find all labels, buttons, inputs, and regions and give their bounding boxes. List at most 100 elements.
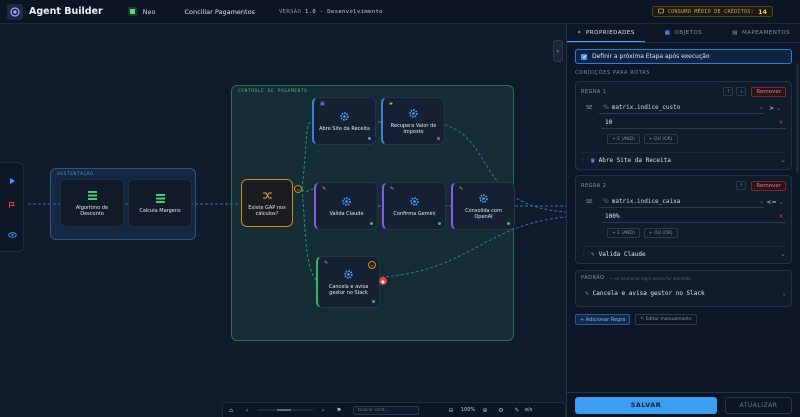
node-recupera-imposto[interactable]: ▰ Recupera Valor de Imposto — [381, 97, 445, 145]
zoom-out-icon[interactable]: ⊖ — [443, 405, 459, 416]
field-value: matrix.indice_custo — [611, 104, 681, 111]
tab-label: PROPRIEDADES — [585, 29, 635, 36]
bot-icon: ▣ — [320, 101, 325, 107]
node-decision-gap[interactable]: Existe GAP nos cálculos? — [241, 179, 293, 227]
field-select[interactable]: % matrix.indice_custo ⌄ — [599, 102, 764, 114]
default-route-card: PADRÃO — se nenhuma regra acima for aten… — [575, 270, 792, 307]
tab-label: OBJETOS — [674, 30, 703, 36]
gear-icon — [342, 268, 355, 281]
next-step-checkbox[interactable]: Definir a próxima Etapa após execução — [575, 49, 792, 64]
credits-label: CONSUMO MÉDIO DE CRÉDITOS: — [667, 8, 754, 15]
operator-select[interactable]: > ⌄ — [764, 102, 786, 114]
drag-handle-icon[interactable]: ⋮⋮ — [581, 251, 591, 257]
default-target-label: Cancela e avisa gestor no Slack — [592, 289, 705, 297]
move-up-icon[interactable]: ↑ — [736, 181, 747, 190]
node-valida-claude[interactable]: ✎ Valida Claude — [314, 182, 378, 230]
zoom-in-icon[interactable]: ⊕ — [477, 405, 493, 416]
node-abre-site-receita[interactable]: ▣ Abre Site da Receita — [312, 97, 376, 145]
operator-select[interactable]: <= ⌄ — [764, 196, 786, 208]
export-label[interactable]: e/s — [525, 407, 532, 413]
field-select[interactable]: % matrix.indice_caixa ⌄ — [599, 196, 764, 208]
tab-mapeamentos[interactable]: ▤ MAPEAMENTOS — [722, 24, 800, 42]
shuffle-icon — [261, 189, 274, 202]
fit-icon[interactable]: ⚙ — [493, 405, 509, 416]
drag-handle-icon[interactable]: ⋮⋮ — [581, 157, 591, 163]
save-button[interactable]: SALVAR — [575, 396, 717, 414]
group-label: CONTROLE DE PAGAMENTO — [238, 89, 308, 94]
scroll-slider[interactable] — [255, 405, 315, 416]
move-up-icon[interactable]: ↑ — [723, 87, 734, 96]
value-input[interactable]: 100% — [601, 213, 776, 220]
default-target-select[interactable]: ✎ Cancela e avisa gestor no Slack ⌄ — [581, 284, 786, 302]
add-and-button[interactable]: + E (AND) — [607, 228, 640, 238]
flow-name[interactable]: Conciliar Pagamentos — [185, 8, 255, 16]
status-dot — [372, 300, 375, 303]
variable-icon: % — [603, 104, 609, 111]
user-menu[interactable]: Neo — [127, 7, 156, 16]
card-search-input[interactable] — [353, 405, 419, 415]
next-icon[interactable]: › — [315, 405, 331, 416]
add-and-button[interactable]: + E (AND) — [607, 134, 640, 144]
clear-condition-icon[interactable]: × — [776, 213, 786, 220]
list-icon — [154, 192, 167, 205]
chevron-down-icon: ⌄ — [778, 198, 784, 206]
route-handle-icon[interactable]: ≈ — [294, 185, 302, 193]
remove-rule-button[interactable]: Remover — [751, 86, 786, 97]
edit-icon[interactable]: ✎ — [509, 405, 525, 416]
list-icon — [86, 189, 99, 202]
update-button[interactable]: ATUALIZAR — [725, 396, 792, 414]
node-algoritmo-desconto[interactable]: Algoritmo de Desconto — [60, 179, 124, 227]
home-icon[interactable]: ⌂ — [223, 405, 239, 416]
panel-footer: SALVAR ATUALIZAR — [567, 392, 800, 417]
version-info: VERSÃO 1.0 - Desenvolvimento — [279, 9, 383, 15]
rule-card: REGRA 1 ↑ ↓ Remover SE % matrix.indice_cu… — [575, 81, 792, 170]
se-label: SE — [586, 105, 593, 111]
panel-scrollbar[interactable] — [796, 63, 799, 173]
remove-rule-button[interactable]: Remover — [751, 180, 786, 191]
route-handle-icon[interactable]: ≈ — [368, 261, 376, 269]
gear-icon — [477, 192, 490, 205]
collapse-panel-icon[interactable]: › — [553, 40, 563, 62]
canvas-toolbar: ⌂ ‹ › ⚑ ⊖ 100% ⊕ ⚙ ✎ e/s — [222, 402, 566, 417]
default-header: PADRÃO — se nenhuma regra acima for aten… — [581, 275, 786, 281]
add-or-button[interactable]: + OU (OR) — [643, 134, 678, 144]
move-down-icon[interactable]: ↓ — [736, 87, 747, 96]
bot-icon: ▣ — [591, 156, 595, 164]
map-icon: ▤ — [732, 30, 738, 36]
tab-propriedades[interactable]: ✦ PROPRIEDADES — [567, 24, 645, 42]
node-label: Algoritmo de Desconto — [75, 204, 109, 218]
default-title: PADRÃO — [581, 275, 605, 281]
credits-badge: CONSUMO MÉDIO DE CRÉDITOS: 14 — [651, 6, 773, 17]
rule-target-select[interactable]: ⋮⋮ ✎ Valida Claude ⌄ — [581, 246, 786, 259]
rule-title: REGRA 1 — [581, 88, 607, 95]
value-row: 100% × — [601, 211, 786, 223]
add-or-button[interactable]: + OU (OR) — [643, 228, 678, 238]
node-label: Valida Claude — [329, 210, 364, 217]
add-rule-button[interactable]: + Adicionar Regra — [575, 314, 631, 325]
manual-edit-button[interactable]: ✎ Editar manualmente — [635, 314, 697, 325]
condition-row: SE % matrix.indice_custo ⌄ > ⌄ — [581, 102, 786, 114]
gear-icon — [407, 107, 420, 120]
wand-icon: ✎ — [322, 186, 327, 192]
rule-target-select[interactable]: ⋮⋮ ▣ Abre Site da Receita ⌄ — [581, 152, 786, 165]
wand-icon: ✎ — [390, 186, 395, 192]
value-input[interactable]: 10 — [601, 119, 776, 126]
checkbox-checked-icon — [581, 53, 587, 60]
operator-value: > — [768, 104, 774, 112]
value-row: 10 × — [601, 117, 786, 129]
version-value: 1.0 - Desenvolvimento — [304, 8, 383, 15]
node-consolida-openai[interactable]: ✎ Consolida com OpenAI — [451, 182, 515, 230]
stop-icon[interactable]: ● — [379, 277, 387, 285]
clear-condition-icon[interactable]: × — [776, 119, 786, 126]
tab-objetos[interactable]: ▦ OBJETOS — [645, 24, 723, 42]
node-label: Confirma Gemini — [393, 210, 436, 217]
flow-canvas[interactable]: SUSTENTAÇÃO CONTROLE DE PAGAMENTO Algori… — [0, 25, 566, 417]
panel-body: Definir a próxima Etapa após execução CO… — [567, 43, 800, 417]
app-title: Agent Builder — [29, 6, 103, 17]
flag-icon[interactable]: ⚑ — [331, 405, 347, 416]
prev-icon[interactable]: ‹ — [239, 405, 255, 416]
node-confirma-gemini[interactable]: ✎ Confirma Gemini — [382, 182, 446, 230]
node-calcula-margens[interactable]: Calcula Margens — [128, 179, 192, 227]
status-dot — [368, 137, 371, 140]
user-avatar-icon — [127, 7, 137, 16]
